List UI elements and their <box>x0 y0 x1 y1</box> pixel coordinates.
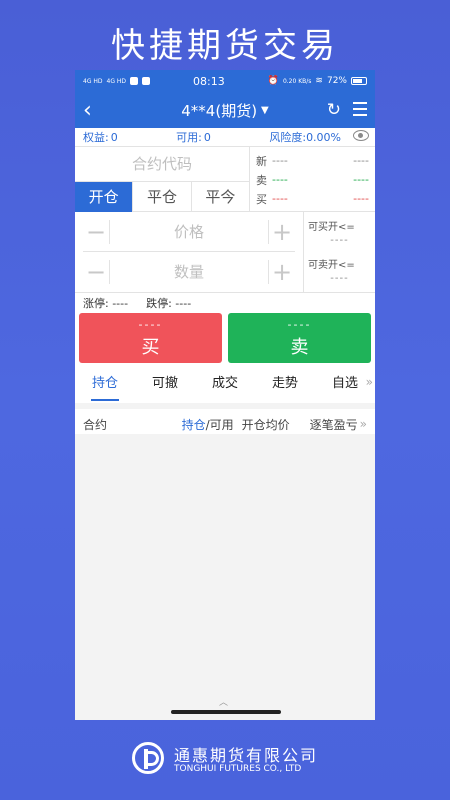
tab-filled[interactable]: 成交 <box>195 367 255 401</box>
availability-panel: 可买开<= ---- 可卖开<= ---- <box>304 212 375 292</box>
contract-code-input[interactable]: 合约代码 <box>75 147 249 182</box>
quantity-plus-button[interactable]: + <box>269 260 295 284</box>
signal-2: 4G HD <box>106 77 127 85</box>
limit-up: 涨停: ---- <box>83 297 129 310</box>
refresh-icon[interactable]: ↻ <box>327 100 341 120</box>
wifi-icon: ≋ <box>315 76 323 86</box>
tabs-more-icon[interactable]: » <box>366 375 373 389</box>
quantity-minus-button[interactable]: − <box>83 260 109 284</box>
col-available: /可用 <box>205 417 234 432</box>
available-label: 可用: <box>176 131 202 144</box>
columns-more-icon[interactable]: » <box>360 417 367 431</box>
available-value: 0 <box>203 130 211 144</box>
buy-price: ---- <box>138 318 163 331</box>
notification-icon <box>142 77 151 85</box>
eye-icon[interactable] <box>353 130 369 141</box>
equity-value: 0 <box>110 130 118 144</box>
positions-list: ︿ <box>75 434 375 720</box>
buy-open-label: 可买开<= <box>308 222 355 233</box>
sell-button[interactable]: ---- 卖 <box>228 313 371 363</box>
quote-row-bid: 买 ---- ---- <box>256 192 369 206</box>
sell-price: ---- <box>287 318 312 331</box>
order-type-tabs: 开仓 平仓 平今 <box>75 182 249 212</box>
company-name-en: TONGHUI FUTURES CO., LTD <box>174 764 302 774</box>
battery-icon <box>350 77 367 85</box>
nav-bar: ‹ 4**4(期货) ▼ ↻ <box>75 92 375 128</box>
buy-open-value: ---- <box>330 235 349 246</box>
risk-value: 0.00% <box>306 130 342 144</box>
account-summary: 权益: 0 可用: 0 风险度: 0.00% <box>75 128 375 147</box>
quote-row-last: 新 ---- ---- <box>256 154 369 168</box>
promo-headline: 快捷期货交易 <box>111 26 339 66</box>
quote-row-ask: 卖 ---- ---- <box>256 173 369 187</box>
price-stepper: − 价格 + <box>83 212 295 252</box>
phone-screen: 4G HD 4G HD 08:13 ⏰ 0.20 KB/s ≋ 72% ‹ 4*… <box>75 70 375 720</box>
col-hold[interactable]: 持仓 <box>182 416 206 433</box>
price-input[interactable]: 价格 <box>110 221 268 242</box>
list-menu-icon[interactable] <box>351 102 367 120</box>
quantity-stepper: − 数量 + <box>83 252 295 291</box>
quantity-input[interactable]: 数量 <box>110 261 268 282</box>
company-footer: 通惠期货有限公司 TONGHUI FUTURES CO., LTD <box>0 738 450 788</box>
tab-trend[interactable]: 走势 <box>255 367 315 401</box>
price-limits: 涨停: ---- 跌停: ---- <box>75 293 375 313</box>
sell-open-label: 可卖开<= <box>308 260 355 271</box>
company-name-cn: 通惠期货有限公司 <box>174 746 319 765</box>
price-minus-button[interactable]: − <box>83 220 109 244</box>
contract-title[interactable]: 4**4(期货) <box>181 100 257 121</box>
home-indicator[interactable] <box>171 710 281 714</box>
price-plus-button[interactable]: + <box>269 220 295 244</box>
tab-close-today[interactable]: 平今 <box>192 182 249 212</box>
signal-1: 4G HD <box>83 77 103 85</box>
quote-panel: 新 ---- ---- 卖 ---- ---- 买 ---- ---- <box>250 147 375 211</box>
wechat-icon <box>130 77 139 85</box>
back-arrow-icon[interactable]: ‹ <box>83 98 92 123</box>
tab-close[interactable]: 平仓 <box>133 182 192 212</box>
buy-label: 买 <box>141 337 160 358</box>
tab-positions[interactable]: 持仓 <box>75 367 135 401</box>
bottom-tabs: 持仓 可撤 成交 走势 自选 » <box>75 365 375 409</box>
sell-label: 卖 <box>290 337 309 358</box>
chevron-down-icon[interactable]: ▼ <box>261 105 269 116</box>
battery-percent: 72% <box>326 76 347 86</box>
col-avg-price: 开仓均价 <box>241 417 290 432</box>
tab-open[interactable]: 开仓 <box>75 182 134 212</box>
net-speed: 0.20 KB/s <box>282 77 312 85</box>
risk-label: 风险度: <box>269 131 307 144</box>
clock: 08:13 <box>193 74 225 88</box>
alarm-icon: ⏰ <box>267 76 279 86</box>
status-bar: 4G HD 4G HD 08:13 ⏰ 0.20 KB/s ≋ 72% <box>75 70 375 92</box>
tab-cancellable[interactable]: 可撤 <box>135 367 195 401</box>
equity-label: 权益: <box>83 131 109 144</box>
limit-down: 跌停: ---- <box>146 297 192 310</box>
buy-button[interactable]: ---- 买 <box>79 313 222 363</box>
col-contract: 合约 <box>83 417 108 432</box>
col-pnl: 逐笔盈亏 <box>309 417 358 432</box>
caret-up-icon: ︿ <box>219 698 229 708</box>
sell-open-value: ---- <box>330 273 349 284</box>
company-logo-icon <box>132 742 164 774</box>
